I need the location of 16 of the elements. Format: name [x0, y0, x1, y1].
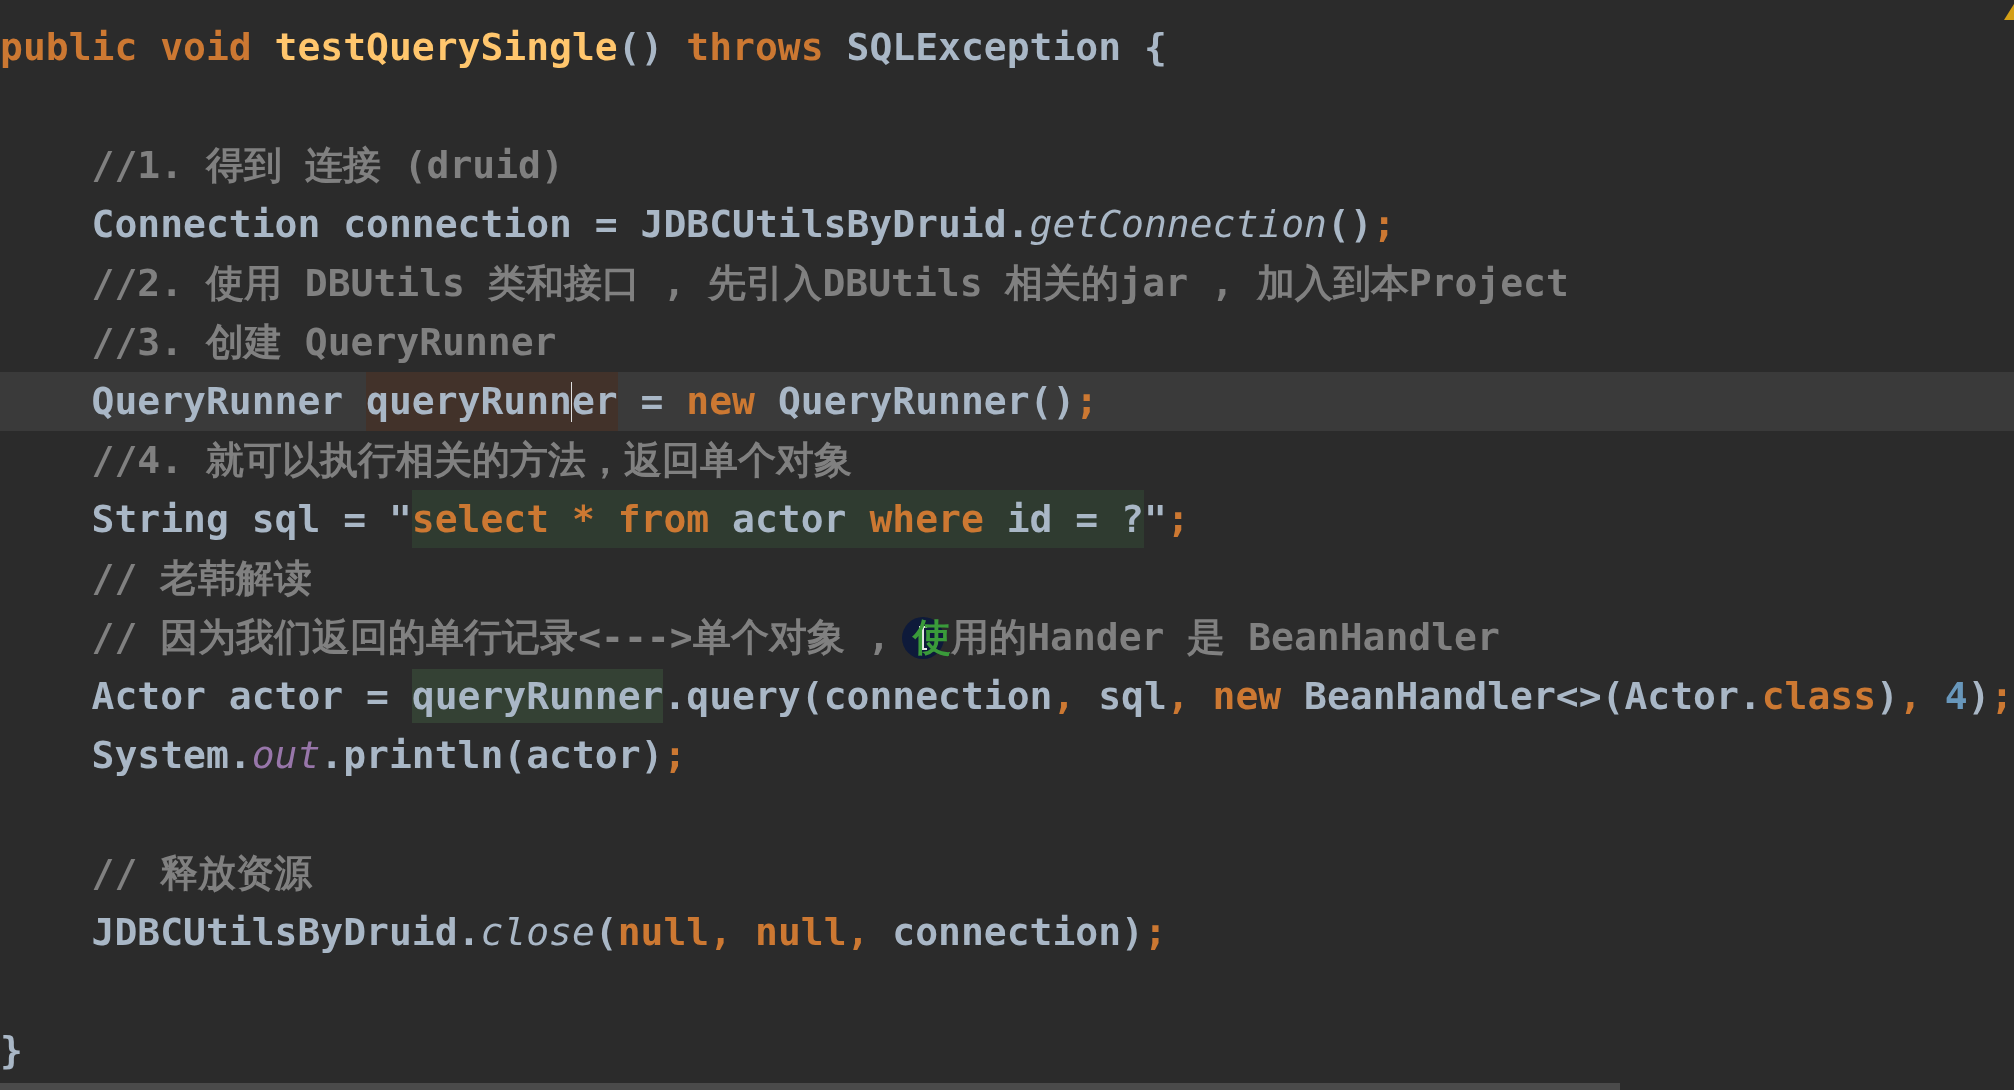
- code-line: // 释放资源: [90, 850, 314, 897]
- code-line: // 老韩解读: [90, 555, 314, 602]
- code-line: System.out.println(actor);: [90, 732, 688, 779]
- code-line: public void testQuerySingle() throws SQLException {: [0, 24, 1168, 71]
- code-line: //2. 使用 DBUtils 类和接口 , 先引入DBUtils 相关的jar , 加入到本Project: [90, 260, 1570, 307]
- code-line: //4. 就可以执行相关的方法，返回单个对象: [90, 437, 853, 484]
- horizontal-scrollbar[interactable]: [0, 1083, 1620, 1090]
- code-line: }: [0, 1027, 24, 1074]
- code-line: Connection connection = JDBCUtilsByDruid.getConnection();: [90, 201, 1397, 248]
- code-line: //3. 创建 QueryRunner: [90, 319, 558, 366]
- warning-icon[interactable]: [2004, 4, 2014, 20]
- code-line: //1. 得到 连接 (druid): [90, 142, 565, 189]
- code-line: JDBCUtilsByDruid.close(null, null, connection);: [90, 909, 1168, 956]
- code-line: String sql = "select * from actor where id = ?";: [0, 490, 2014, 549]
- code-editor[interactable]: [0, 0, 2014, 1090]
- code-line: Actor actor = queryRunner.query(connection, sql, new BeanHandler<>(Actor.class), 4);: [0, 667, 2014, 726]
